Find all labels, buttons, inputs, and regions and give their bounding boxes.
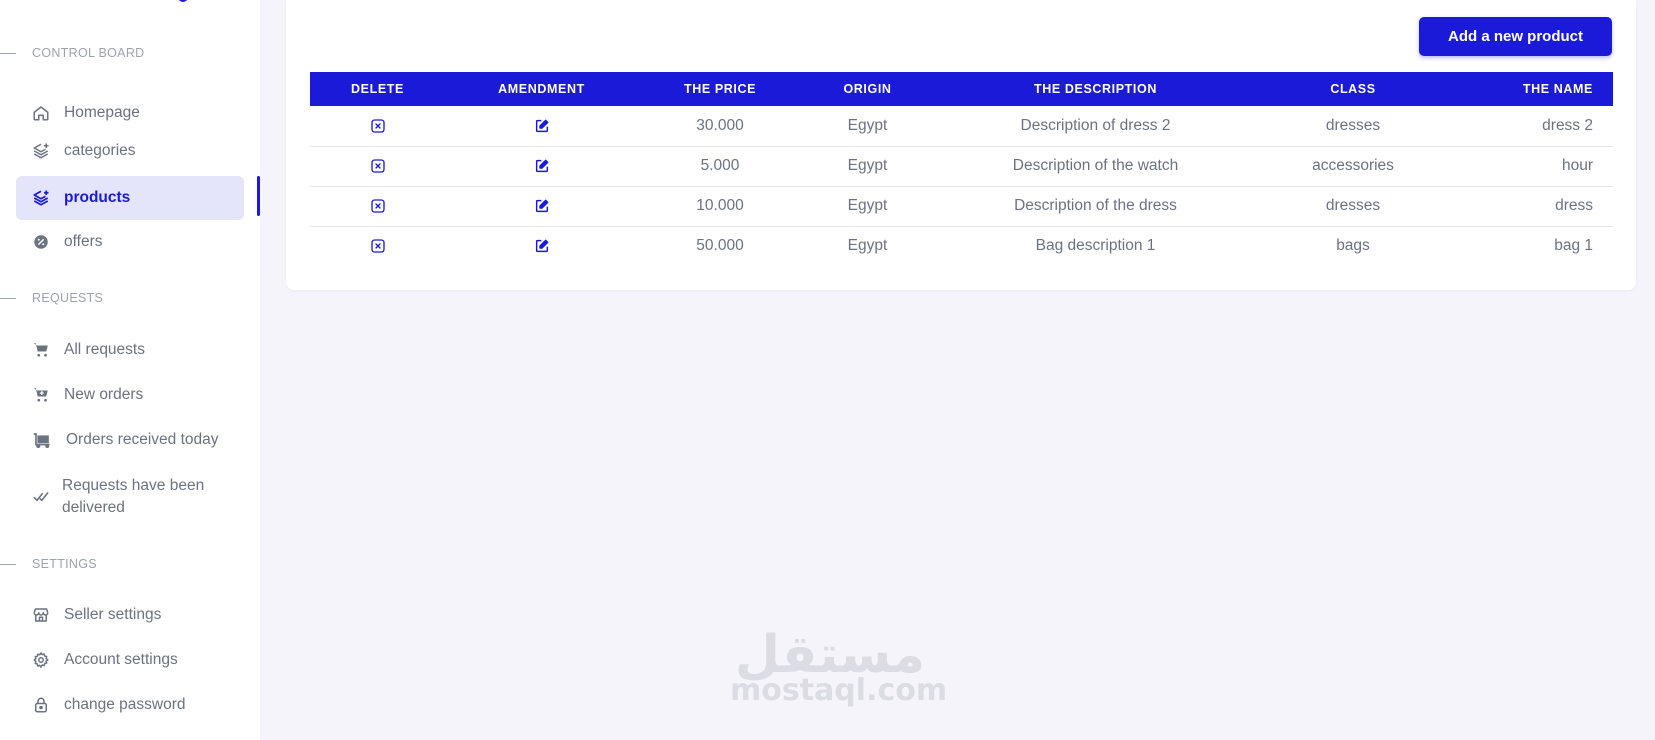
cart-plus-icon (32, 386, 50, 404)
gear-icon (32, 651, 50, 669)
sidebar-item-label: Seller settings (64, 606, 162, 623)
table-row: 5.000 Egypt Description of the watch acc… (310, 146, 1613, 187)
edit-cell (445, 226, 638, 266)
class-cell: dresses (1258, 186, 1448, 227)
table-row: 10.000 Egypt Description of the dress dr… (310, 186, 1613, 227)
sidebar-item-products[interactable]: products (16, 176, 244, 220)
section-header-control-board: CONTROL BOARD (0, 46, 144, 60)
delete-x-icon[interactable] (369, 197, 387, 215)
delete-cell (310, 226, 445, 266)
store-icon (32, 606, 50, 624)
sidebar-item-label: change password (64, 696, 186, 713)
edit-cell (445, 186, 638, 227)
layers-plus-icon (32, 189, 50, 207)
column-header-amendment: AMENDMENT (498, 82, 585, 96)
sidebar-item-new-orders[interactable]: New orders (16, 375, 244, 415)
edit-pencil-icon[interactable] (533, 117, 551, 135)
class-cell: dresses (1258, 106, 1448, 147)
products-table: DELETE AMENDMENT THE PRICE ORIGIN THE DE… (310, 72, 1613, 266)
column-header-origin: ORIGIN (843, 82, 892, 96)
name-cell: bag 1 (1554, 237, 1593, 255)
sidebar-item-change-password[interactable]: change password (16, 685, 244, 725)
table-row: 30.000 Egypt Description of dress 2 dres… (310, 106, 1613, 147)
table-header-row: DELETE AMENDMENT THE PRICE ORIGIN THE DE… (310, 72, 1613, 106)
cart-dolly-icon (32, 431, 52, 449)
sidebar-item-label: Homepage (64, 104, 140, 121)
sidebar-item-label: offers (64, 233, 103, 250)
column-header-name: THE NAME (1522, 82, 1593, 96)
sidebar-item-label: Requests have been delivered (62, 477, 205, 516)
price-cell: 10.000 (638, 186, 802, 227)
price-cell: 5.000 (638, 146, 802, 187)
section-header-settings: SETTINGS (0, 557, 97, 571)
edit-cell (445, 146, 638, 187)
home-icon (32, 104, 50, 122)
edit-pencil-icon[interactable] (533, 157, 551, 175)
section-title: SETTINGS (32, 557, 97, 571)
double-check-icon (32, 488, 50, 506)
discount-badge-icon (32, 233, 50, 251)
name-cell: dress 2 (1448, 106, 1613, 147)
sidebar-item-label: Orders received today (66, 431, 219, 448)
sidebar-item-homepage[interactable]: Homepage (16, 93, 244, 133)
column-header-class: CLASS (1330, 82, 1376, 96)
name-cell: hour (1448, 146, 1613, 187)
section-title: CONTROL BOARD (32, 46, 145, 60)
delete-cell (310, 106, 445, 147)
delete-x-icon[interactable] (369, 237, 387, 255)
sidebar-item-offers[interactable]: offers (16, 222, 244, 262)
sidebar: CONTROL BOARD Homepage categories produc… (0, 0, 260, 740)
edit-cell (445, 106, 638, 147)
description-cell: Bag description 1 (1035, 237, 1156, 255)
origin-cell: Egypt (847, 237, 888, 255)
edit-pencil-icon[interactable] (533, 197, 551, 215)
section-header-requests: REQUESTS (0, 291, 103, 305)
description-cell: Description of the watch (933, 146, 1258, 187)
brand-logo-fragment (178, 0, 188, 2)
edit-pencil-icon[interactable] (533, 237, 551, 255)
sidebar-item-requests-delivered[interactable]: Requests have been delivered (16, 473, 244, 521)
lock-icon (32, 696, 50, 714)
name-cell: dress (1448, 186, 1613, 227)
layers-plus-icon (32, 142, 50, 160)
delete-cell (310, 186, 445, 227)
class-cell: accessories (1258, 146, 1448, 187)
watermark-url: mostaql.com (730, 673, 948, 708)
origin-cell: Egypt (802, 146, 933, 187)
delete-x-icon[interactable] (369, 117, 387, 135)
sidebar-item-label: Account settings (64, 651, 178, 668)
table-row: 50.000 Egypt Bag description 1 bags bag … (310, 226, 1613, 266)
sidebar-item-account-settings[interactable]: Account settings (16, 640, 244, 680)
cart-icon (32, 341, 50, 359)
column-header-delete: DELETE (351, 82, 404, 96)
origin-cell: Egypt (802, 186, 933, 227)
sidebar-item-label: All requests (64, 341, 145, 358)
delete-cell (310, 146, 445, 187)
section-dash (0, 297, 16, 299)
sidebar-item-categories[interactable]: categories (16, 131, 244, 171)
column-header-price: THE PRICE (683, 82, 757, 96)
sidebar-item-seller-settings[interactable]: Seller settings (16, 595, 244, 635)
description-cell: Description of dress 2 (933, 106, 1258, 147)
active-indicator (257, 176, 260, 216)
products-card: Add a new product DELETE AMENDMENT THE P… (286, 0, 1636, 290)
delete-x-icon[interactable] (369, 157, 387, 175)
sidebar-item-orders-received-today[interactable]: Orders received today (16, 420, 244, 460)
sidebar-item-label: New orders (64, 386, 144, 403)
class-cell: bags (1336, 237, 1370, 255)
mostaql-watermark: مستقل mostaql.com (730, 629, 948, 708)
sidebar-item-label: categories (64, 142, 136, 159)
section-dash (0, 52, 16, 54)
section-dash (0, 563, 16, 565)
price-cell: 50.000 (696, 237, 744, 255)
description-cell: Description of the dress (933, 186, 1258, 227)
price-cell: 30.000 (638, 106, 802, 147)
sidebar-item-all-requests[interactable]: All requests (16, 330, 244, 370)
section-title: REQUESTS (32, 291, 104, 305)
add-product-button[interactable]: Add a new product (1419, 17, 1612, 56)
sidebar-item-label: products (64, 189, 131, 206)
origin-cell: Egypt (802, 106, 933, 147)
column-header-description: THE DESCRIPTION (1034, 82, 1157, 96)
